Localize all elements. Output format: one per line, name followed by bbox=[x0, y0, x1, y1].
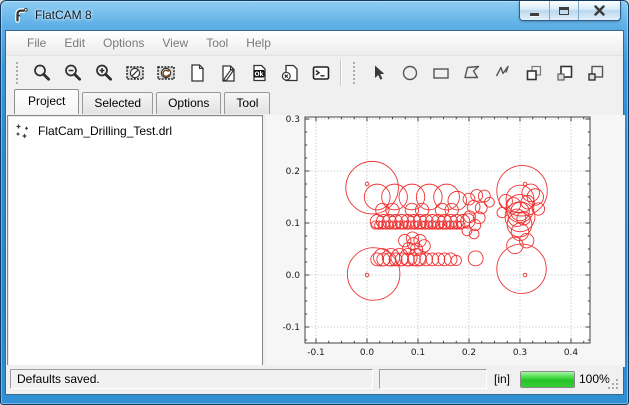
caption-buttons bbox=[519, 1, 621, 21]
resize-grip[interactable] bbox=[608, 379, 619, 390]
svg-text:0.3: 0.3 bbox=[286, 115, 300, 125]
tab-bar: ProjectSelectedOptionsTool bbox=[6, 90, 623, 114]
replot-button[interactable] bbox=[152, 60, 179, 86]
close-button[interactable] bbox=[578, 1, 620, 20]
progress-fill bbox=[521, 372, 574, 387]
intersection-tool-button[interactable] bbox=[551, 60, 578, 86]
new-file-icon bbox=[187, 63, 207, 83]
draw-polygon-icon bbox=[462, 63, 482, 83]
svg-text:0.0: 0.0 bbox=[286, 271, 301, 281]
svg-text:0.3: 0.3 bbox=[513, 348, 527, 358]
svg-text:-0.1: -0.1 bbox=[282, 323, 300, 333]
zoom-fit-icon bbox=[32, 63, 52, 83]
tree-item-drill-file[interactable]: FlatCam_Drilling_Test.drl bbox=[8, 116, 262, 139]
zoom-fit-button[interactable] bbox=[28, 60, 55, 86]
toolbar-group-main: Ok bbox=[6, 60, 338, 86]
minimize-icon bbox=[530, 13, 539, 16]
drill-object-icon bbox=[15, 123, 31, 139]
menu-help[interactable]: Help bbox=[237, 33, 280, 53]
tab-selected[interactable]: Selected bbox=[82, 92, 153, 114]
units-label: [in] bbox=[494, 372, 510, 386]
client-area: FileEditOptionsViewToolHelp bbox=[5, 30, 624, 395]
new-file-button[interactable] bbox=[183, 60, 210, 86]
toolbar: Ok bbox=[6, 56, 623, 90]
menubar: FileEditOptionsViewToolHelp bbox=[6, 31, 623, 56]
menu-file[interactable]: File bbox=[18, 33, 55, 53]
status-message-box: Defaults saved. bbox=[10, 369, 373, 389]
svg-text:0.2: 0.2 bbox=[462, 348, 476, 358]
shell-icon bbox=[311, 63, 331, 83]
flatcam-app-icon bbox=[13, 7, 29, 23]
minimize-button[interactable] bbox=[520, 1, 549, 20]
tab-options[interactable]: Options bbox=[156, 92, 221, 114]
drill-plot-canvas[interactable]: -0.1 0.0 0.1 0.2 0.3 0.4 -0.1 0.0 0.1 0.2 0.3 bbox=[266, 115, 625, 367]
project-tree-panel[interactable]: FlatCam_Drilling_Test.drl bbox=[7, 115, 263, 367]
clear-plot-button[interactable] bbox=[121, 60, 148, 86]
close-icon bbox=[594, 5, 605, 16]
draw-polyline-button[interactable] bbox=[489, 60, 516, 86]
svg-text:-0.1: -0.1 bbox=[307, 348, 325, 358]
draw-circle-icon bbox=[400, 63, 420, 83]
window-title: FlatCAM 8 bbox=[35, 8, 92, 22]
menu-options[interactable]: Options bbox=[94, 33, 153, 53]
zoom-out-icon bbox=[63, 63, 83, 83]
svg-text:0.0: 0.0 bbox=[360, 348, 375, 358]
toolbar-separator bbox=[340, 60, 341, 86]
toolbar-drag-handle[interactable] bbox=[16, 62, 19, 84]
subtract-icon bbox=[586, 63, 606, 83]
draw-rectangle-button[interactable] bbox=[427, 60, 454, 86]
ok-glyph: Ok bbox=[254, 71, 264, 78]
menu-edit[interactable]: Edit bbox=[55, 33, 94, 53]
app-window: FlatCAM 8 FileEditOptionsViewToolHelp bbox=[0, 0, 629, 405]
menu-view[interactable]: View bbox=[153, 33, 197, 53]
draw-polygon-button[interactable] bbox=[458, 60, 485, 86]
draw-circle-button[interactable] bbox=[396, 60, 423, 86]
svg-text:0.4: 0.4 bbox=[564, 348, 579, 358]
shell-button[interactable] bbox=[307, 60, 334, 86]
select-tool-button[interactable] bbox=[365, 60, 392, 86]
draw-polyline-icon bbox=[493, 63, 513, 83]
intersection-icon bbox=[555, 63, 575, 83]
zoom-out-button[interactable] bbox=[59, 60, 86, 86]
status-secondary-box bbox=[379, 369, 487, 389]
svg-text:0.1: 0.1 bbox=[411, 348, 425, 358]
union-icon bbox=[524, 63, 544, 83]
maximize-button[interactable] bbox=[549, 1, 578, 20]
toolbar-drag-handle[interactable] bbox=[353, 62, 356, 84]
menu-tool[interactable]: Tool bbox=[197, 33, 237, 53]
draw-rectangle-icon bbox=[431, 63, 451, 83]
select-icon bbox=[369, 63, 389, 83]
delete-object-button[interactable] bbox=[276, 60, 303, 86]
zoom-in-button[interactable] bbox=[90, 60, 117, 86]
progress-bar bbox=[520, 371, 575, 388]
toolbar-group-geometry bbox=[343, 60, 613, 86]
titlebar[interactable]: FlatCAM 8 bbox=[1, 1, 628, 30]
tree-item-label: FlatCam_Drilling_Test.drl bbox=[38, 124, 172, 138]
status-bar: Defaults saved. [in] 100% bbox=[6, 365, 623, 394]
edit-file-icon bbox=[218, 63, 238, 83]
replot-icon bbox=[156, 63, 176, 83]
union-tool-button[interactable] bbox=[520, 60, 547, 86]
zoom-in-icon bbox=[94, 63, 114, 83]
edit-file-button[interactable] bbox=[214, 60, 241, 86]
svg-text:0.1: 0.1 bbox=[286, 219, 300, 229]
progress-percent-label: 100% bbox=[579, 372, 610, 386]
tab-project[interactable]: Project bbox=[14, 89, 79, 114]
ok-button[interactable]: Ok bbox=[245, 60, 272, 86]
delete-object-icon bbox=[280, 63, 300, 83]
svg-text:0.2: 0.2 bbox=[286, 167, 300, 177]
clear-plot-icon bbox=[125, 63, 145, 83]
status-message: Defaults saved. bbox=[17, 372, 100, 386]
maximize-icon bbox=[559, 7, 569, 15]
tab-tool[interactable]: Tool bbox=[224, 92, 270, 114]
subtract-tool-button[interactable] bbox=[582, 60, 609, 86]
ok-icon: Ok bbox=[249, 63, 269, 83]
